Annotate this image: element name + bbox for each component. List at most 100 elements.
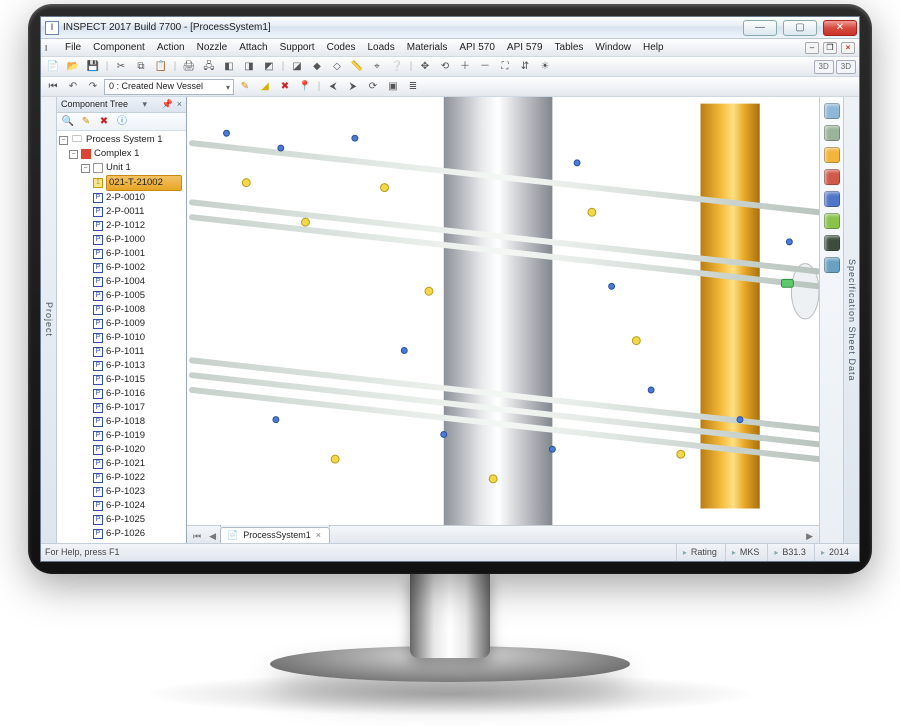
tree-node-unit[interactable]: − Unit 1 [81,161,186,175]
menu-tables[interactable]: Tables [549,41,590,54]
tree-node[interactable]: P6-P-1023 [93,485,186,499]
menu-window[interactable]: Window [589,41,637,54]
view-3d-a[interactable]: 3D [814,60,834,74]
tree-node[interactable]: P6-P-1011 [93,345,186,359]
menu-file[interactable]: File [59,41,87,54]
spec-sheet-rail-tab[interactable]: Specification Sheet Data [843,97,859,543]
cyl-icon[interactable] [824,103,840,119]
status-code-cell[interactable]: ▸B31.3 [767,544,812,561]
mdi-close-button[interactable]: × [841,42,855,54]
mdi-restore-button[interactable]: ❐ [823,42,837,54]
copy-button[interactable]: ⧉ [132,59,150,75]
tree-node[interactable]: P6-P-1018 [93,415,186,429]
menu-api-570[interactable]: API 570 [453,41,501,54]
menu-loads[interactable]: Loads [362,41,401,54]
zoom-fit-button[interactable]: ⛶ [496,59,514,75]
component-button[interactable]: ▣ [384,79,402,95]
tree-node[interactable]: P6-P-1027 [93,541,186,543]
close-button[interactable]: ✕ [823,20,857,36]
sun-button[interactable]: ☀ [536,59,554,75]
tree-node-selected[interactable]: 1 021-T-21002 [93,175,186,191]
tree-delete-button[interactable]: ✖ [97,115,111,129]
tree-node[interactable]: P6-P-1021 [93,457,186,471]
tree-search-button[interactable]: 🔍 [61,115,75,129]
cone-icon[interactable] [824,169,840,185]
cube-icon[interactable] [824,235,840,251]
tree-node[interactable]: P6-P-1022 [93,471,186,485]
paste-button[interactable]: 📋 [152,59,170,75]
tree-node[interactable]: P2-P-0011 [93,205,186,219]
ruler-button[interactable]: 📏 [348,59,366,75]
tree-node-complex[interactable]: − Complex 1 [69,147,186,161]
panel-close-icon[interactable]: × [177,98,182,111]
zoom-in-button[interactable]: ＋ [456,59,474,75]
tab-close-icon[interactable]: × [316,529,321,542]
component-tree[interactable]: − 🗀 Process System 1 − Complex 1 − Unit … [57,131,186,543]
minimize-button[interactable]: — [743,20,777,36]
tree-node[interactable]: P6-P-1004 [93,275,186,289]
tree-node[interactable]: P6-P-1005 [93,289,186,303]
pan-button[interactable]: ✥ [416,59,434,75]
undo-button[interactable]: ↶ [64,79,82,95]
status-rating-cell[interactable]: ▸Rating [676,544,723,561]
collapse-icon[interactable]: − [59,136,68,145]
menu-materials[interactable]: Materials [401,41,454,54]
nozzle-icon[interactable] [824,147,840,163]
menu-help[interactable]: Help [637,41,670,54]
tree-node[interactable]: P6-P-1008 [93,303,186,317]
shell-icon[interactable] [824,125,840,141]
tree-node[interactable]: P2-P-1012 [93,219,186,233]
tool-h-button[interactable]: ⌖ [368,59,386,75]
tree-node[interactable]: P6-P-1025 [93,513,186,527]
edit-button[interactable]: ✎ [236,79,254,95]
rotate-button[interactable]: ⟲ [436,59,454,75]
tree-node[interactable]: P6-P-1015 [93,373,186,387]
3d-canvas[interactable] [187,97,819,525]
tree-node[interactable]: P6-P-1010 [93,331,186,345]
tab-scroll-next[interactable]: ▶ [802,530,817,543]
zoom-out-button[interactable]: － [476,59,494,75]
undo-history-combo[interactable]: 0 : Created New Vessel [104,79,234,95]
cut-button[interactable]: ✂ [112,59,130,75]
nav-next-button[interactable]: ⮞ [344,79,362,95]
print-button[interactable]: 🖨 [180,59,198,75]
tool-f-button[interactable]: ◇ [328,59,346,75]
component-tree-header[interactable]: Component Tree ▾ 📌 × [57,97,186,113]
tree-node[interactable]: P6-P-1024 [93,499,186,513]
tree-node-root[interactable]: − 🗀 Process System 1 [59,133,186,147]
refresh-button[interactable]: ⟳ [364,79,382,95]
menu-api-579[interactable]: API 579 [501,41,549,54]
new-button[interactable]: 📄 [44,59,62,75]
nav-first-button[interactable]: ⏮ [44,79,62,95]
tree-node[interactable]: P6-P-1019 [93,429,186,443]
list-button[interactable]: ≣ [404,79,422,95]
save-button[interactable]: 💾 [84,59,102,75]
tool-d-button[interactable]: ◪ [288,59,306,75]
tab-scroll-prev[interactable]: ◀ [205,530,220,543]
tree-edit-button[interactable]: ✎ [79,115,93,129]
status-units-cell[interactable]: ▸MKS [725,544,766,561]
network-button[interactable]: 🖧 [200,59,218,75]
pipe-icon[interactable] [824,257,840,273]
collapse-icon[interactable]: − [69,150,78,159]
open-button[interactable]: 📂 [64,59,82,75]
tool-c-button[interactable]: ◩ [260,59,278,75]
menu-codes[interactable]: Codes [321,41,362,54]
tree-node[interactable]: P6-P-1020 [93,443,186,457]
collapse-icon[interactable]: − [81,164,90,173]
tree-node[interactable]: P6-P-1016 [93,387,186,401]
menu-action[interactable]: Action [151,41,191,54]
highlight-button[interactable]: ◢ [256,79,274,95]
view-arrows-button[interactable]: ⇵ [516,59,534,75]
tool-a-button[interactable]: ◧ [220,59,238,75]
menu-support[interactable]: Support [274,41,321,54]
pin-button[interactable]: 📍 [296,79,314,95]
panel-dropdown-icon[interactable]: ▾ [143,98,148,111]
maximize-button[interactable]: ▢ [783,20,817,36]
nav-prev-button[interactable]: ⮜ [324,79,342,95]
tree-node[interactable]: P6-P-1013 [93,359,186,373]
tab-processsystem1[interactable]: 📄ProcessSystem1× [220,527,330,543]
tree-node[interactable]: P6-P-1017 [93,401,186,415]
tree-node[interactable]: P6-P-1001 [93,247,186,261]
mdi-minimize-button[interactable]: – [805,42,819,54]
